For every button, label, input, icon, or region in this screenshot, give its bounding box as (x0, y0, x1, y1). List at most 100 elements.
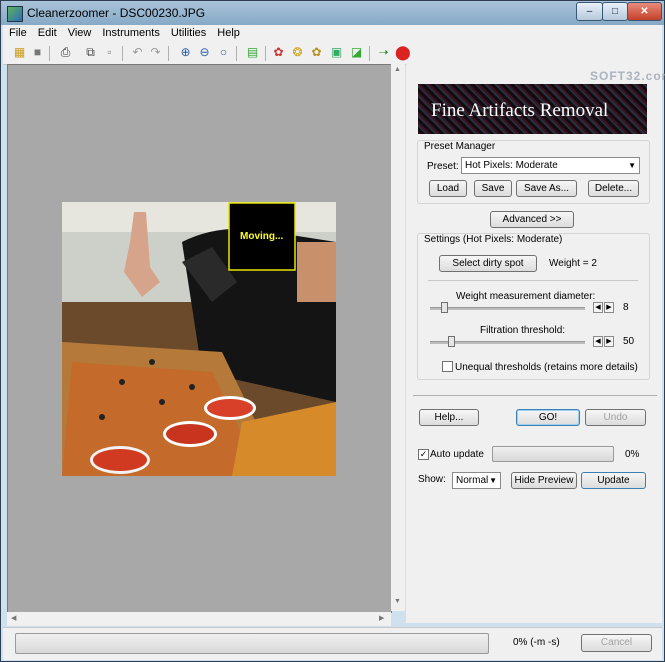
crop-icon[interactable]: ▣ (329, 45, 344, 60)
unequal-thresholds-label: Unequal thresholds (retains more details… (455, 362, 638, 373)
close-button[interactable]: ✕ (627, 2, 662, 21)
weight-diameter-slider[interactable] (440, 302, 448, 313)
save-as-button[interactable]: Save As... (516, 180, 577, 197)
weight-diameter-track (430, 307, 585, 310)
maximize-button[interactable]: □ (602, 2, 628, 21)
progress-percent: 0% (625, 449, 640, 460)
hide-preview-button[interactable]: Hide Preview (511, 472, 577, 489)
unequal-thresholds-checkbox[interactable] (442, 361, 453, 372)
photo-image (62, 202, 336, 476)
magic-brush-icon[interactable]: ✿ (309, 45, 324, 60)
filtration-value: 50 (623, 336, 635, 347)
toolbar-separator (236, 46, 237, 61)
preset-select[interactable]: Hot Pixels: Moderate ▼ (461, 157, 640, 174)
window-title: Cleanerzoomer - DSC00230.JPG (27, 6, 206, 20)
auto-update-label: Auto update (430, 449, 484, 460)
app-window: Cleanerzoomer - DSC00230.JPG – □ ✕ File E… (0, 0, 665, 662)
zoom-fit-icon[interactable]: ○ (216, 45, 231, 60)
save-preset-button[interactable]: Save (474, 180, 512, 197)
vertical-scrollbar[interactable]: ▲ ▼ (391, 64, 405, 611)
weight-diameter-increase[interactable]: ▶ (604, 302, 614, 313)
filtration-slider[interactable] (448, 336, 455, 347)
scroll-up-icon[interactable]: ▲ (394, 66, 401, 73)
delete-button[interactable]: Delete... (588, 180, 639, 197)
stop-icon[interactable]: ⬤ (395, 45, 411, 60)
brush-icon[interactable]: ❂ (290, 45, 305, 60)
status-text: 0% (-m -s) (513, 637, 560, 648)
toolbar-separator (122, 46, 123, 61)
menu-utilities[interactable]: Utilities (165, 25, 211, 39)
filtration-increase[interactable]: ▶ (604, 336, 614, 347)
moving-overlay-text: Moving... (240, 231, 284, 242)
horizontal-scrollbar[interactable]: ◀ ▶ (7, 612, 391, 626)
preset-label: Preset: (427, 161, 459, 172)
show-label: Show: (418, 474, 446, 485)
weight-text: Weight = 2 (549, 258, 597, 269)
image-canvas[interactable]: Moving... (7, 64, 392, 613)
settings-group: Settings (Hot Pixels: Moderate) Select d… (417, 233, 650, 380)
histogram-icon[interactable]: ▤ (245, 45, 260, 60)
show-select[interactable]: Normal ▼ (452, 472, 501, 489)
paste-icon[interactable]: ▫ (102, 45, 117, 60)
banner: Fine Artifacts Removal (418, 84, 647, 134)
zoom-in-icon[interactable]: ⊕ (178, 45, 193, 60)
menu-file[interactable]: File (3, 25, 32, 39)
watermark: SOFT32.com (590, 69, 665, 83)
select-dirty-spot-button[interactable]: Select dirty spot (439, 255, 537, 272)
chevron-down-icon: ▼ (489, 476, 497, 485)
weight-diameter-decrease[interactable]: ◀ (593, 302, 603, 313)
update-button[interactable]: Update (581, 472, 646, 489)
minimize-button[interactable]: – (576, 2, 603, 21)
title-bar: Cleanerzoomer - DSC00230.JPG – □ ✕ (1, 1, 664, 25)
load-button[interactable]: Load (429, 180, 467, 197)
scroll-right-icon[interactable]: ▶ (379, 614, 384, 622)
weight-diameter-label: Weight measurement diameter: (456, 291, 596, 302)
status-progress-bar (15, 633, 489, 654)
redo-icon[interactable]: ↷ (148, 45, 163, 60)
right-panel: Fine Artifacts Removal SOFT32.com Preset… (406, 64, 665, 623)
filtration-decrease[interactable]: ◀ (593, 336, 603, 347)
advanced-button[interactable]: Advanced >> (490, 211, 574, 228)
menu-bar: File Edit View Instruments Utilities Help (3, 25, 662, 42)
print-icon[interactable]: ⎙ (58, 45, 73, 60)
toolbar-separator (265, 46, 266, 61)
help-button[interactable]: Help... (419, 409, 479, 426)
settings-legend: Settings (Hot Pixels: Moderate) (424, 234, 563, 245)
open-icon[interactable]: ▦ (12, 45, 27, 60)
copy-icon[interactable]: ⧉ (83, 45, 98, 60)
preset-select-value: Hot Pixels: Moderate (465, 160, 558, 171)
preset-manager-legend: Preset Manager (424, 141, 496, 152)
scroll-down-icon[interactable]: ▼ (394, 598, 401, 605)
app-icon (7, 6, 23, 22)
menu-view[interactable]: View (62, 25, 97, 39)
panel-divider (413, 395, 657, 396)
toolbar: ▦ ■ ⎙ ⧉ ▫ ↶ ↷ ⊕ ⊖ ○ ▤ ✿ ❂ ✿ ▣ ◪ ➝ ⬤ (3, 42, 662, 65)
cancel-button[interactable]: Cancel (581, 634, 652, 652)
zoom-out-icon[interactable]: ⊖ (197, 45, 212, 60)
go-button[interactable]: GO! (516, 409, 580, 426)
toolbar-separator (369, 46, 370, 61)
toolbar-separator (49, 46, 50, 61)
scroll-left-icon[interactable]: ◀ (11, 614, 16, 622)
status-bar: 0% (-m -s) Cancel (3, 627, 662, 660)
save-icon[interactable]: ■ (30, 45, 45, 60)
dropper-icon[interactable]: ✿ (271, 45, 286, 60)
filtration-label: Filtration threshold: (480, 325, 566, 336)
undo-icon[interactable]: ↶ (130, 45, 145, 60)
banner-title: Fine Artifacts Removal (431, 100, 609, 121)
compare-icon[interactable]: ◪ (349, 45, 364, 60)
menu-instruments[interactable]: Instruments (96, 25, 164, 39)
photo-preview[interactable]: Moving... (62, 202, 336, 476)
chevron-down-icon: ▼ (628, 161, 636, 170)
auto-update-checkbox[interactable]: ✓ (418, 449, 429, 460)
menu-edit[interactable]: Edit (32, 25, 62, 39)
show-select-value: Normal (456, 475, 489, 486)
arrows-icon[interactable]: ➝ (376, 45, 391, 60)
menu-help[interactable]: Help (211, 25, 245, 39)
divider (428, 280, 638, 281)
progress-bar (492, 446, 614, 462)
weight-diameter-value: 8 (623, 302, 629, 313)
toolbar-separator (168, 46, 169, 61)
undo-button[interactable]: Undo (585, 409, 646, 426)
preset-manager-group: Preset Manager Preset: Hot Pixels: Moder… (417, 140, 650, 204)
